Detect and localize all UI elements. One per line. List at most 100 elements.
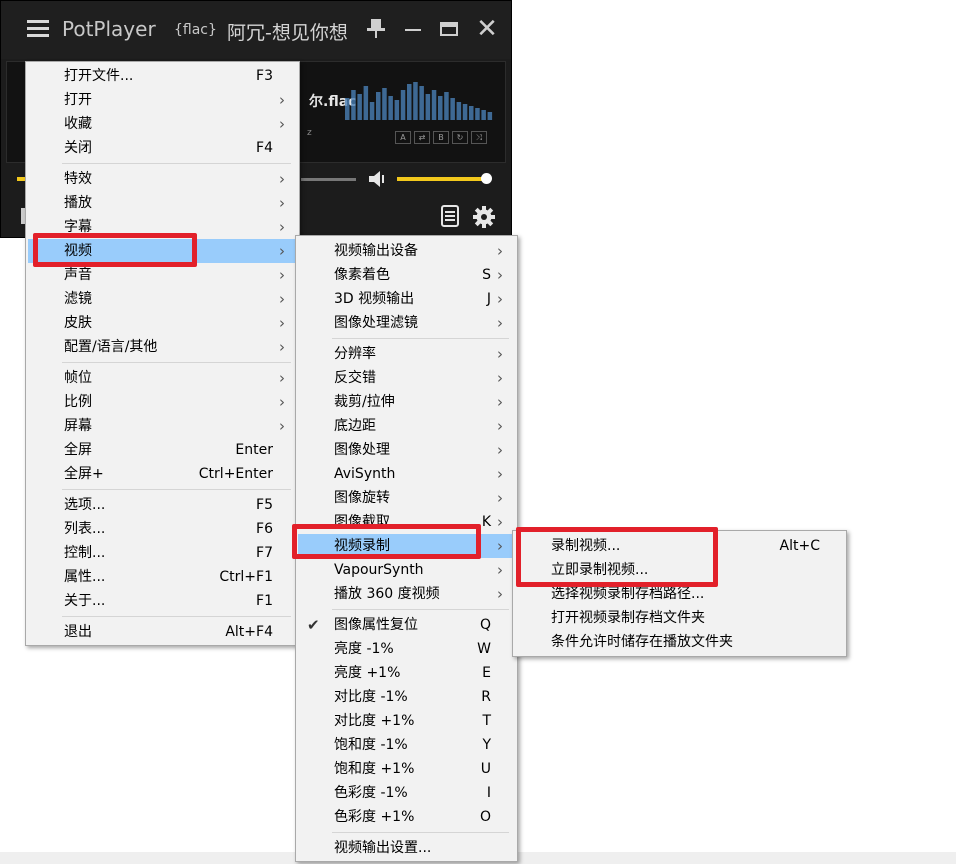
maximize-icon[interactable] — [435, 15, 463, 43]
menu-item[interactable]: 录制视频... Alt+C — [515, 534, 844, 558]
volume-slider[interactable] — [397, 177, 487, 181]
chevron-right-icon: › — [279, 91, 285, 109]
spectrum-bar — [413, 82, 418, 120]
menu-item[interactable]: 皮肤 › — [28, 311, 297, 335]
menu-item[interactable]: 饱和度 -1% Y — [298, 733, 515, 757]
menu-item[interactable]: 打开视频录制存档文件夹 — [515, 606, 844, 630]
menu-item[interactable]: 比例 › — [28, 390, 297, 414]
menu-item[interactable]: 全屏+ Ctrl+Enter — [28, 462, 297, 486]
menu-item[interactable]: 对比度 +1% T — [298, 709, 515, 733]
menu-item[interactable]: 播放 › — [28, 191, 297, 215]
menu-item-label: 录制视频... — [551, 538, 621, 554]
menu-item-label: 退出 — [64, 624, 92, 640]
close-icon[interactable]: ✕ — [473, 15, 501, 43]
menu-item[interactable]: 列表... F6 — [28, 517, 297, 541]
menu-item-shortcut: Y — [482, 737, 491, 753]
menu-item[interactable]: 属性... Ctrl+F1 — [28, 565, 297, 589]
playlist-icon[interactable] — [441, 205, 459, 227]
minimize-icon[interactable] — [399, 15, 427, 43]
menu-item[interactable]: 图像截取 K › — [298, 510, 515, 534]
menu-item[interactable]: 裁剪/拉伸 › — [298, 390, 515, 414]
menu-separator — [332, 609, 509, 610]
spectrum-bar — [394, 100, 400, 120]
volume-slider-handle[interactable] — [481, 173, 492, 184]
menu-item-label: 滤镜 — [64, 291, 92, 307]
menu-item[interactable]: 分辨率 › — [298, 342, 515, 366]
menu-item-shortcut: W — [477, 641, 491, 657]
seek-bar-progress[interactable] — [17, 177, 25, 181]
menu-item[interactable]: 播放 360 度视频 › — [298, 582, 515, 606]
menu-item[interactable]: 条件允许时储存在播放文件夹 — [515, 630, 844, 654]
menu-item[interactable]: 字幕 › — [28, 215, 297, 239]
menu-item-shortcut: Enter — [235, 442, 273, 458]
menu-item[interactable]: 关闭 F4 — [28, 136, 297, 160]
menu-item[interactable]: 视频输出设备 › — [298, 239, 515, 263]
menu-item-label: 播放 — [64, 195, 92, 211]
mini-control-button[interactable]: A — [395, 131, 411, 144]
spectrum-bar — [431, 90, 437, 120]
menu-item[interactable]: 视频输出设置... — [298, 836, 515, 860]
menu-item-label: 图像属性复位 — [334, 617, 418, 633]
menu-item-label: 视频输出设置... — [334, 840, 432, 856]
menu-item-label: 亮度 +1% — [334, 665, 401, 681]
menu-item[interactable]: VapourSynth › — [298, 558, 515, 582]
mini-control-button[interactable]: B — [433, 131, 449, 144]
spectrum-bar — [345, 98, 350, 120]
menu-item[interactable]: 选项... F5 — [28, 493, 297, 517]
menu-item[interactable]: 打开文件... F3 — [28, 64, 297, 88]
menu-item[interactable]: 屏幕 › — [28, 414, 297, 438]
menu-item[interactable]: ✔ 图像属性复位 Q — [298, 613, 515, 637]
menu-item-shortcut: K — [481, 514, 491, 530]
menu-item[interactable]: 亮度 -1% W — [298, 637, 515, 661]
chevron-right-icon: › — [279, 194, 285, 212]
menu-item[interactable]: 像素着色 S › — [298, 263, 515, 287]
menu-item[interactable]: 配置/语言/其他 › — [28, 335, 297, 359]
menu-item[interactable]: 色彩度 -1% I — [298, 781, 515, 805]
menu-item-shortcut: S — [482, 267, 491, 283]
menu-item-label: 配置/语言/其他 — [64, 339, 158, 355]
gear-icon[interactable] — [473, 206, 495, 228]
menu-item[interactable]: 关于... F1 — [28, 589, 297, 613]
menu-item-label: 打开 — [64, 92, 92, 108]
spectrum-bar — [456, 102, 462, 120]
pin-icon[interactable] — [363, 15, 391, 43]
menu-item[interactable]: 图像处理 › — [298, 438, 515, 462]
menu-item[interactable]: AviSynth › — [298, 462, 515, 486]
chevron-right-icon: › — [497, 369, 503, 387]
menu-item-label: 图像处理 — [334, 442, 390, 458]
mini-control-button[interactable]: ↻ — [452, 131, 468, 144]
menu-item[interactable]: 选择视频录制存档路径... — [515, 582, 844, 606]
menu-item[interactable]: 全屏 Enter — [28, 438, 297, 462]
speaker-icon[interactable] — [367, 169, 389, 189]
menu-item[interactable]: 饱和度 +1% U — [298, 757, 515, 781]
seek-bar-track[interactable] — [301, 178, 356, 181]
menu-item[interactable]: 滤镜 › — [28, 287, 297, 311]
chevron-right-icon: › — [279, 417, 285, 435]
menu-item[interactable]: 反交错 › — [298, 366, 515, 390]
menu-item-label: 饱和度 -1% — [334, 737, 408, 753]
chevron-right-icon: › — [497, 585, 503, 603]
menu-item[interactable]: 图像旋转 › — [298, 486, 515, 510]
menu-item[interactable]: 控制... F7 — [28, 541, 297, 565]
mini-control-button[interactable]: ⇄ — [414, 131, 430, 144]
menu-item[interactable]: 帧位 › — [28, 366, 297, 390]
menu-item[interactable]: 底边距 › — [298, 414, 515, 438]
menu-item[interactable]: 特效 › — [28, 167, 297, 191]
menu-item[interactable]: 视频录制 › — [298, 534, 515, 558]
menu-item[interactable]: 退出 Alt+F4 — [28, 620, 297, 644]
menu-item[interactable]: 3D 视频输出 J › — [298, 287, 515, 311]
menu-item[interactable]: 立即录制视频... — [515, 558, 844, 582]
menu-item[interactable]: 图像处理滤镜 › — [298, 311, 515, 335]
hamburger-menu-icon[interactable] — [27, 20, 49, 38]
menu-item[interactable]: 收藏 › — [28, 112, 297, 136]
menu-item[interactable]: 打开 › — [28, 88, 297, 112]
menu-item[interactable]: 对比度 -1% R — [298, 685, 515, 709]
menu-separator — [62, 362, 291, 363]
menu-item-label: 打开文件... — [64, 68, 134, 84]
menu-item[interactable]: 视频 › — [28, 239, 297, 263]
spectrum-visualizer — [345, 82, 493, 120]
mini-control-button[interactable]: ⤨ — [471, 131, 487, 144]
menu-item[interactable]: 色彩度 +1% O — [298, 805, 515, 829]
menu-item[interactable]: 亮度 +1% E — [298, 661, 515, 685]
menu-item[interactable]: 声音 › — [28, 263, 297, 287]
